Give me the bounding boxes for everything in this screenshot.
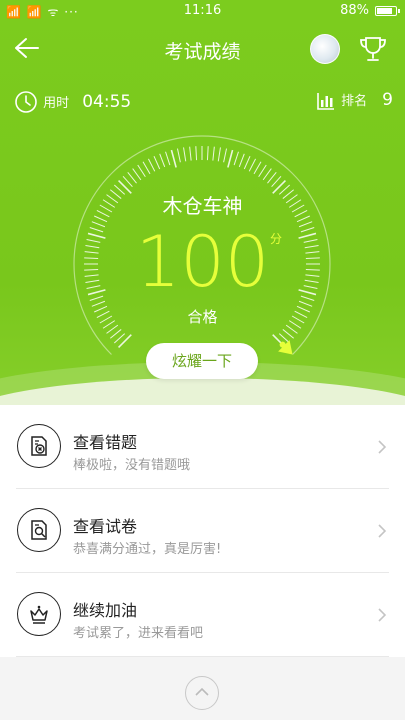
time-used: 用时 04:55	[14, 90, 131, 114]
gauge-tick	[113, 333, 126, 344]
gauge-tick	[147, 158, 156, 172]
wrong-questions-icon	[17, 424, 61, 468]
gauge-tick	[117, 334, 132, 349]
list-item-subtitle: 恭喜满分通过，真是厉害!	[73, 542, 222, 557]
battery-icon	[375, 6, 400, 16]
list-item-subtitle: 棒极啦，没有错题哦	[73, 458, 191, 473]
gauge-tick	[170, 149, 177, 168]
brag-button[interactable]: 炫耀一下	[146, 343, 258, 379]
divider	[16, 656, 389, 657]
gauge-tick	[159, 153, 166, 168]
trophy-icon[interactable]	[357, 33, 389, 65]
gauge-tick	[137, 164, 146, 178]
rank: 排名 9	[316, 90, 393, 111]
scroll-up-button[interactable]	[185, 676, 219, 710]
battery-fill	[377, 8, 392, 14]
page-title: 考试成绩	[164, 41, 241, 63]
score-unit: 分	[270, 232, 283, 246]
list-item-keep-going[interactable]: 继续加油 考试累了，进来看看吧	[0, 573, 405, 657]
gauge-needle-dot	[279, 341, 286, 348]
gauge-tick	[253, 161, 262, 175]
gauge-tick	[176, 148, 181, 163]
list-item-title: 查看错题	[73, 433, 138, 452]
list-item-wrong-questions[interactable]: 查看错题 棒极啦，没有错题哦	[0, 405, 405, 489]
navbar: 考试成绩	[0, 28, 405, 68]
gauge-tick	[109, 329, 122, 339]
crown-icon	[17, 592, 61, 636]
time-used-value: 04:55	[82, 91, 132, 112]
avatar[interactable]	[310, 34, 340, 64]
gauge-tick	[142, 161, 151, 175]
list-item-subtitle: 考试累了，进来看看吧	[73, 626, 204, 641]
gauge-tick	[153, 155, 161, 170]
time-used-label: 用时	[43, 95, 70, 111]
list-item-view-paper[interactable]: 查看试卷 恭喜满分通过，真是厉害!	[0, 489, 405, 573]
gauge-tick	[267, 171, 277, 184]
score-value: 100	[135, 221, 270, 303]
bottom-bar	[0, 664, 405, 720]
chevron-right-icon	[378, 440, 387, 454]
chevron-up-icon	[195, 687, 209, 696]
clock-icon	[15, 91, 37, 113]
battery-percent: 88%	[340, 3, 369, 18]
gauge-tick	[165, 151, 171, 166]
gauge-tick	[243, 155, 251, 170]
gauge-tick	[271, 175, 282, 188]
rank-label: 排名	[341, 94, 368, 109]
rank-value: 9	[382, 90, 393, 110]
gauge-tick	[248, 158, 257, 172]
gauge-tick	[223, 148, 228, 163]
status-bar: 📶 📶 ᯤ ··· 11:16 88%	[0, 0, 405, 22]
gauge-tick	[233, 151, 239, 166]
gauge-tick	[122, 175, 133, 188]
view-paper-icon	[17, 508, 61, 552]
gauge-tick	[127, 171, 137, 184]
list-item-title: 查看试卷	[73, 517, 138, 536]
rank-chart-icon	[317, 92, 334, 110]
gauge-tick	[217, 147, 221, 162]
chevron-right-icon	[378, 524, 387, 538]
user-name: 木仓车神	[162, 194, 243, 218]
gauge-tick	[227, 149, 234, 168]
gauge-tick	[258, 164, 267, 178]
gauge-tick	[262, 168, 272, 181]
action-list: 查看错题 棒极啦，没有错题哦 查看试卷 恭喜满分通过，真是厉害! 继续加油 考试…	[0, 405, 405, 657]
gauge-tick	[212, 146, 215, 161]
list-item-title: 继续加油	[73, 601, 138, 620]
gauge-tick	[206, 146, 209, 161]
gauge-tick	[238, 153, 245, 168]
gauge-tick	[195, 146, 198, 161]
gauge-tick	[183, 147, 187, 162]
gauge-tick	[132, 168, 142, 181]
pass-status: 合格	[187, 308, 218, 326]
gauge-tick	[282, 329, 295, 339]
gauge-tick	[189, 146, 192, 161]
chevron-right-icon	[378, 608, 387, 622]
